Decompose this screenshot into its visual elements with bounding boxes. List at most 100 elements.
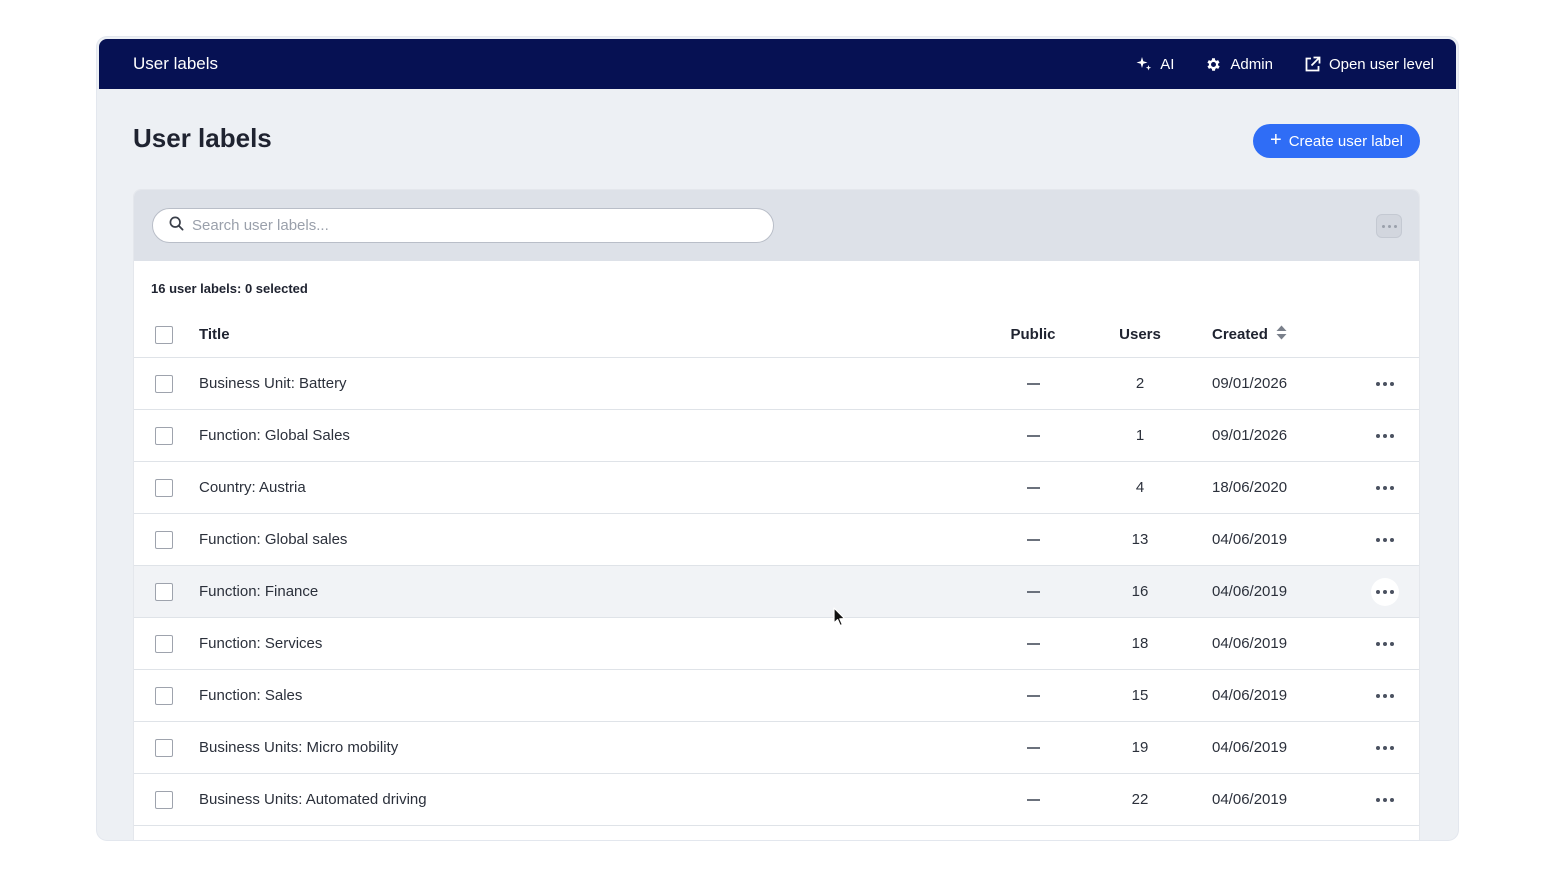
row-created: 04/06/2019 [1212,791,1288,808]
more-horizontal-icon [1376,589,1394,594]
more-horizontal-icon [1376,537,1394,542]
search-icon [169,216,184,236]
row-more-button[interactable] [1371,474,1399,502]
row-public [994,739,1072,756]
dash-icon [1026,539,1040,542]
ai-label: AI [1160,55,1175,73]
row-more-button[interactable] [1371,370,1399,398]
table-row[interactable]: Business Unit: Battery 2 09/01/2026 [134,358,1419,410]
dash-icon [1026,695,1040,698]
more-horizontal-icon [1381,224,1397,228]
more-horizontal-icon [1376,641,1394,646]
table-row[interactable]: Function: Global sales 13 04/06/2019 [134,514,1419,566]
row-checkbox[interactable] [155,634,173,653]
more-horizontal-icon [1376,485,1394,490]
row-created: 04/06/2019 [1212,531,1288,548]
row-more-button[interactable] [1371,786,1399,814]
table-row[interactable]: Function: Services 18 04/06/2019 [134,618,1419,670]
row-title[interactable]: Function: Finance [199,583,318,600]
dash-icon [1026,383,1040,386]
row-checkbox[interactable] [155,686,173,705]
table-row[interactable]: Business Units: Micro mobility 19 04/06/… [134,722,1419,774]
panel-toolbar [134,190,1419,261]
gear-icon [1205,56,1222,73]
row-title[interactable]: Country: Austria [199,479,306,496]
mouse-cursor-icon [833,607,846,632]
row-users: 15 [1131,687,1149,704]
app-window: User labels AI Admin Open user level Use… [97,37,1458,840]
row-more-button[interactable] [1371,734,1399,762]
page-title: User labels [133,123,272,153]
row-users: 19 [1131,739,1149,756]
row-title[interactable]: Function: Services [199,635,322,652]
row-checkbox[interactable] [155,738,173,757]
admin-button[interactable]: Admin [1205,56,1273,73]
row-more-button[interactable] [1371,630,1399,658]
app-title: User labels [133,54,219,73]
column-header-public[interactable]: Public [994,326,1072,343]
table-row[interactable]: Function: Finance 16 04/06/2019 [134,566,1419,618]
ai-button[interactable]: AI [1136,56,1174,73]
toolbar-more-button[interactable] [1376,214,1402,238]
row-title[interactable]: Business Units: Automated driving [199,791,427,808]
open-user-level-button[interactable]: Open user level [1304,56,1434,73]
row-more-button[interactable] [1371,577,1399,606]
more-horizontal-icon [1376,433,1394,438]
row-more-button[interactable] [1371,422,1399,450]
row-public [994,635,1072,652]
more-horizontal-icon [1376,381,1394,386]
admin-label: Admin [1230,55,1273,73]
top-bar: User labels AI Admin Open user level [99,39,1456,89]
more-horizontal-icon [1376,693,1394,698]
table-row[interactable]: Business Units: Automated driving 22 04/… [134,774,1419,826]
row-checkbox[interactable] [155,582,173,601]
row-users: 2 [1135,375,1145,392]
row-more-button[interactable] [1371,682,1399,710]
table-row[interactable]: Country: Austria 4 18/06/2020 [134,462,1419,514]
create-user-label-button[interactable]: + Create user label [1253,124,1420,158]
row-checkbox[interactable] [155,790,173,809]
table-row[interactable] [134,826,1419,840]
table-row[interactable]: Function: Sales 15 04/06/2019 [134,670,1419,722]
table-row[interactable]: Function: Global Sales 1 09/01/2026 [134,410,1419,462]
row-checkbox[interactable] [155,426,173,445]
row-checkbox[interactable] [155,530,173,549]
select-all-checkbox[interactable] [155,325,173,344]
row-users: 22 [1131,791,1149,808]
create-user-label-text: Create user label [1288,132,1403,150]
dash-icon [1026,747,1040,750]
dash-icon [1026,799,1040,802]
row-title[interactable]: Function: Sales [199,687,302,704]
dash-icon [1026,643,1040,646]
row-title[interactable]: Function: Global sales [199,531,347,548]
row-users: 18 [1131,635,1149,652]
row-created: 04/06/2019 [1212,687,1288,704]
search-box[interactable] [152,208,774,243]
user-labels-table: Title Public Users Created Business Unit… [134,312,1419,840]
user-labels-panel: 16 user labels: 0 selected Title Public … [133,189,1420,840]
dash-icon [1026,591,1040,594]
plus-icon: + [1270,129,1282,151]
column-header-created[interactable]: Created [1212,325,1287,344]
column-header-users[interactable]: Users [1100,326,1180,343]
row-public [994,531,1072,548]
row-users: 4 [1135,479,1145,496]
top-actions: AI Admin Open user level [1136,56,1434,73]
row-created: 09/01/2026 [1212,375,1288,392]
row-title[interactable]: Business Unit: Battery [199,375,347,392]
row-checkbox[interactable] [155,478,173,497]
row-public [994,687,1072,704]
more-horizontal-icon [1376,797,1394,802]
column-header-title[interactable]: Title [199,326,230,343]
row-created: 04/06/2019 [1212,635,1288,652]
external-link-icon [1304,56,1321,73]
row-more-button[interactable] [1371,526,1399,554]
row-title[interactable]: Function: Global Sales [199,427,350,444]
sparkle-icon [1136,56,1152,72]
row-public [994,375,1072,392]
open-user-level-label: Open user level [1328,55,1434,73]
row-checkbox[interactable] [155,374,173,393]
search-input[interactable] [192,217,752,234]
row-public [994,791,1072,808]
row-title[interactable]: Business Units: Micro mobility [199,739,398,756]
